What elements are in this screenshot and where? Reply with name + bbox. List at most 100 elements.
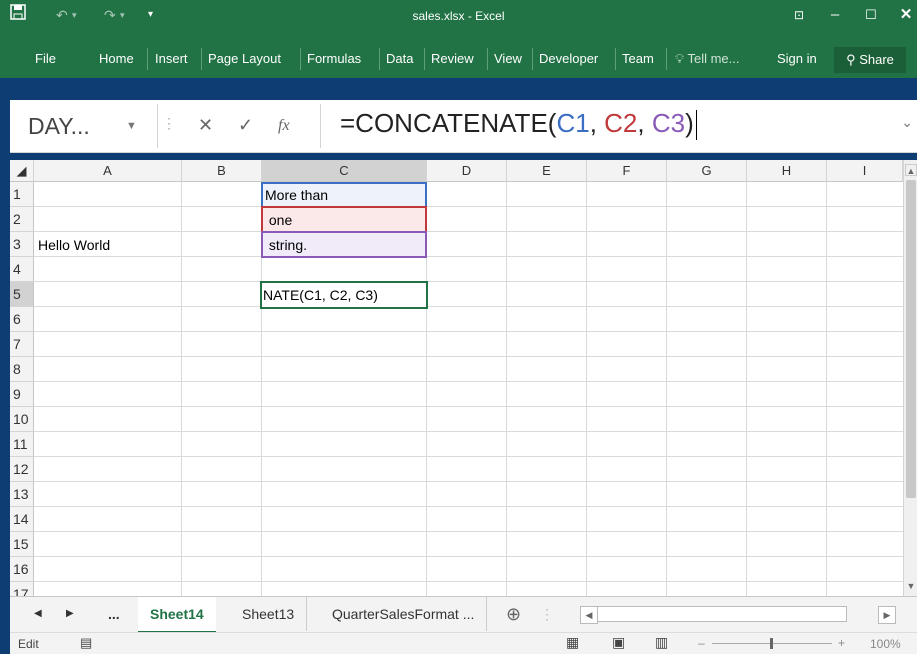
- row-header-4[interactable]: 4: [10, 257, 34, 282]
- formula-bar: DAY... ▼ ⋮ ✕ ✓ fx =CONCATENATE(C1, C2, C…: [10, 100, 917, 153]
- tab-formulas[interactable]: Formulas: [302, 47, 366, 71]
- tell-me-box[interactable]: 💡︎ Tell me...: [670, 47, 745, 71]
- tab-data[interactable]: Data: [381, 47, 418, 71]
- zoom-out-icon[interactable]: –: [698, 636, 705, 650]
- row-header-2[interactable]: 2: [10, 207, 34, 232]
- column-header-f[interactable]: F: [587, 160, 667, 182]
- formula-part: =CONCATENATE(: [340, 108, 557, 138]
- row-header-9[interactable]: 9: [10, 382, 34, 407]
- gridline: [34, 431, 917, 432]
- lightbulb-icon: 💡︎: [675, 51, 688, 66]
- tab-separator: [615, 48, 616, 70]
- cell-c1[interactable]: More than: [265, 183, 328, 207]
- gridline: [34, 556, 917, 557]
- sheet-tab-quartersalesformat[interactable]: QuarterSalesFormat ...: [320, 597, 488, 631]
- page-break-view-icon[interactable]: ▥: [655, 634, 668, 651]
- tab-page-layout[interactable]: Page Layout: [203, 47, 286, 71]
- column-header-h[interactable]: H: [747, 160, 827, 182]
- select-all-corner[interactable]: ◢: [10, 160, 34, 182]
- row-header-16[interactable]: 16: [10, 557, 34, 582]
- vertical-scrollbar[interactable]: ▲ ▼: [903, 160, 917, 596]
- macro-record-icon[interactable]: ▤: [80, 635, 92, 651]
- row-header-3[interactable]: 3: [10, 232, 34, 257]
- enter-icon[interactable]: ✓: [238, 115, 253, 136]
- column-header-c[interactable]: C: [262, 160, 427, 182]
- hscroll-left-icon[interactable]: ◀: [580, 606, 598, 624]
- gridline: [586, 182, 587, 596]
- row-header-14[interactable]: 14: [10, 507, 34, 532]
- cell-c2[interactable]: one: [265, 208, 292, 232]
- share-label: Share: [859, 52, 894, 67]
- cell-c5[interactable]: NATE(C1, C2, C3): [263, 283, 423, 307]
- row-header-13[interactable]: 13: [10, 482, 34, 507]
- tab-home[interactable]: Home: [94, 47, 139, 71]
- formula-ref-c3: C3: [651, 108, 686, 138]
- gridline: [34, 281, 917, 282]
- expand-formula-icon[interactable]: ⌄: [901, 114, 913, 131]
- column-header-i[interactable]: I: [827, 160, 903, 182]
- formula-ref-c2: C2: [604, 108, 638, 138]
- sheet-tab-sheet14[interactable]: Sheet14: [138, 597, 216, 634]
- tab-separator: [201, 48, 202, 70]
- cell-area[interactable]: More than one string. Hello World NATE(C…: [34, 182, 917, 596]
- gridline: [34, 231, 917, 232]
- normal-view-icon[interactable]: ▦: [566, 634, 579, 651]
- hscroll-right-icon[interactable]: ▶: [878, 606, 896, 624]
- person-icon: ⚲: [846, 52, 860, 67]
- tab-insert[interactable]: Insert: [150, 47, 193, 71]
- sheet-tab-sheet13[interactable]: Sheet13: [230, 597, 308, 631]
- close-icon[interactable]: ✕: [893, 4, 917, 26]
- column-header-e[interactable]: E: [507, 160, 587, 182]
- row-header-17[interactable]: 17: [10, 582, 34, 596]
- insert-function-icon[interactable]: fx: [278, 117, 290, 135]
- row-header-15[interactable]: 15: [10, 532, 34, 557]
- column-header-b[interactable]: B: [182, 160, 262, 182]
- sign-in-link[interactable]: Sign in: [772, 47, 822, 71]
- cell-c3[interactable]: string.: [265, 233, 307, 257]
- column-header-g[interactable]: G: [667, 160, 747, 182]
- ribbon-display-icon[interactable]: ⊡: [786, 4, 812, 26]
- row-header-12[interactable]: 12: [10, 457, 34, 482]
- tab-file[interactable]: File: [30, 47, 61, 71]
- tab-view[interactable]: View: [489, 47, 527, 71]
- zoom-in-icon[interactable]: +: [838, 636, 845, 650]
- splitter-grip-icon[interactable]: ⋮: [540, 597, 554, 631]
- maximize-icon[interactable]: ☐: [858, 4, 884, 26]
- column-header-a[interactable]: A: [34, 160, 182, 182]
- row-header-6[interactable]: 6: [10, 307, 34, 332]
- scroll-thumb[interactable]: [906, 180, 916, 498]
- sheet-ellipsis[interactable]: ...: [108, 597, 120, 631]
- status-bar: Edit ▤ ▦ ▣ ▥ – + 100%: [10, 632, 917, 654]
- share-button[interactable]: ⚲ Share: [834, 47, 906, 73]
- minimize-icon[interactable]: –: [822, 4, 848, 26]
- window-title: sales.xlsx - Excel: [412, 9, 505, 23]
- add-sheet-icon[interactable]: ⊕: [506, 597, 521, 631]
- sheet-prev-icon[interactable]: ◀: [34, 597, 42, 631]
- tab-team[interactable]: Team: [617, 47, 659, 71]
- row-header-11[interactable]: 11: [10, 432, 34, 457]
- horizontal-scrollbar[interactable]: [597, 606, 847, 622]
- sheet-next-icon[interactable]: ▶: [66, 597, 74, 631]
- cancel-icon[interactable]: ✕: [198, 115, 213, 136]
- worksheet-grid[interactable]: ◢ A B C D E F G H I 1 2 3 4 5 6 7 8 9 10…: [10, 160, 917, 596]
- row-header-5[interactable]: 5: [10, 282, 34, 307]
- gridline: [34, 456, 917, 457]
- zoom-level[interactable]: 100%: [870, 637, 901, 651]
- page-layout-view-icon[interactable]: ▣: [612, 634, 625, 651]
- row-header-7[interactable]: 7: [10, 332, 34, 357]
- formula-part: ,: [637, 108, 652, 138]
- tab-developer[interactable]: Developer: [534, 47, 603, 71]
- row-header-1[interactable]: 1: [10, 182, 34, 207]
- cell-a3[interactable]: Hello World: [38, 233, 110, 257]
- chevron-down-icon[interactable]: ▼: [126, 104, 146, 148]
- scroll-up-icon[interactable]: ▲: [905, 164, 917, 176]
- column-header-d[interactable]: D: [427, 160, 507, 182]
- scroll-down-icon[interactable]: ▼: [905, 580, 917, 592]
- gridline: [34, 506, 917, 507]
- tab-review[interactable]: Review: [426, 47, 479, 71]
- text-caret: [695, 110, 697, 141]
- formula-input[interactable]: =CONCATENATE(C1, C2, C3): [340, 108, 697, 141]
- row-header-8[interactable]: 8: [10, 357, 34, 382]
- row-header-10[interactable]: 10: [10, 407, 34, 432]
- zoom-slider-thumb[interactable]: [770, 638, 773, 649]
